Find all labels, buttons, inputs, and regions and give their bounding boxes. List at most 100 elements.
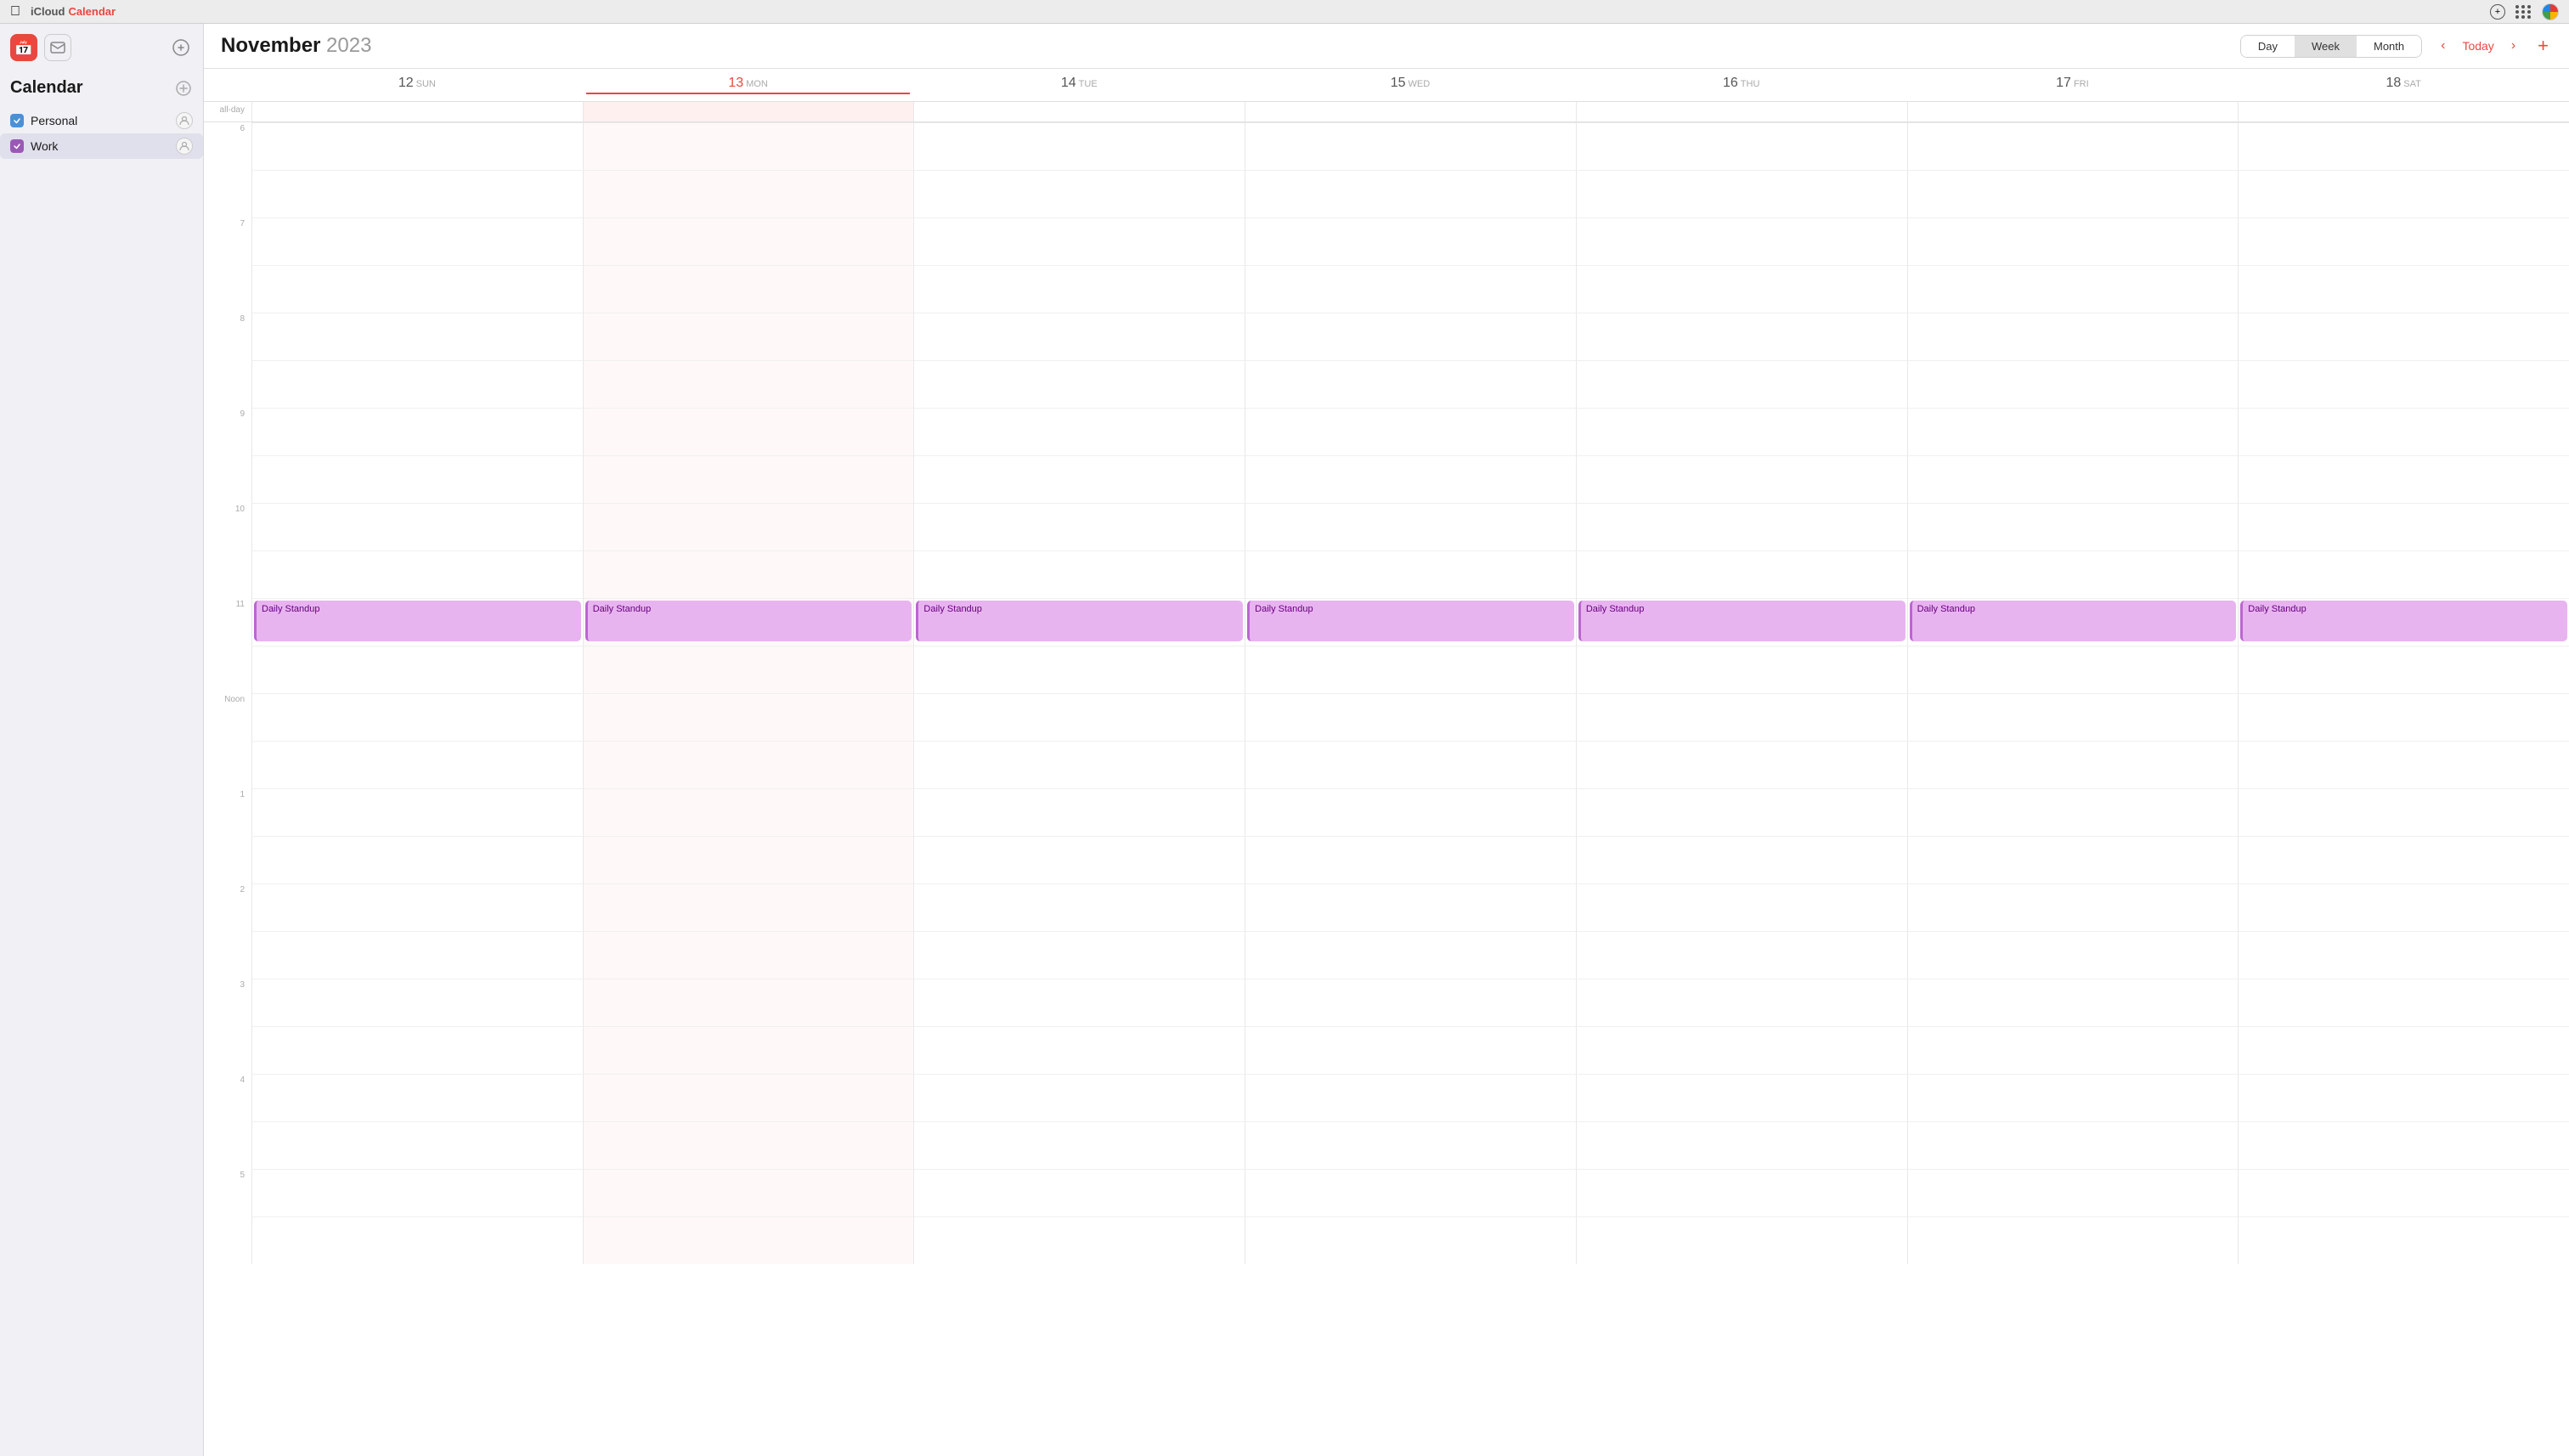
time-cell-6-2[interactable] (913, 408, 1245, 455)
time-cell-21-4[interactable] (1576, 1121, 1907, 1169)
time-cell-19-5[interactable] (1907, 1026, 2239, 1074)
time-cell-12-6[interactable] (2238, 693, 2569, 741)
time-cell-6-1[interactable] (583, 408, 914, 455)
time-cell-9-3[interactable] (1245, 550, 1576, 598)
time-cell-19-6[interactable] (2238, 1026, 2569, 1074)
time-cell-20-2[interactable] (913, 1074, 1245, 1121)
time-cell-0-4[interactable] (1576, 122, 1907, 170)
add-event-button[interactable]: + (2534, 35, 2552, 57)
time-cell-19-4[interactable] (1576, 1026, 1907, 1074)
time-cell-0-1[interactable] (583, 122, 914, 170)
time-cell-4-6[interactable] (2238, 313, 2569, 360)
time-cell-17-6[interactable] (2238, 931, 2569, 979)
time-cell-8-2[interactable] (913, 503, 1245, 550)
time-grid[interactable]: 67891011Daily StandupDaily StandupDaily … (204, 122, 2569, 1456)
time-cell-5-3[interactable] (1245, 360, 1576, 408)
time-cell-8-5[interactable] (1907, 503, 2239, 550)
time-cell-20-1[interactable] (583, 1074, 914, 1121)
grid-icon[interactable] (2515, 5, 2532, 19)
time-cell-0-3[interactable] (1245, 122, 1576, 170)
day-header-wed[interactable]: 15Wed (1245, 69, 1576, 101)
time-cell-1-3[interactable] (1245, 170, 1576, 217)
view-week-button[interactable]: Week (2295, 36, 2357, 57)
time-cell-13-5[interactable] (1907, 741, 2239, 788)
time-cell-5-5[interactable] (1907, 360, 2239, 408)
time-cell-22-4[interactable] (1576, 1169, 1907, 1216)
time-cell-8-0[interactable] (251, 503, 583, 550)
time-cell-15-0[interactable] (251, 836, 583, 883)
time-cell-1-4[interactable] (1576, 170, 1907, 217)
event-daily-standup[interactable]: Daily Standup (1910, 601, 2237, 641)
time-cell-1-6[interactable] (2238, 170, 2569, 217)
event-daily-standup[interactable]: Daily Standup (916, 601, 1243, 641)
time-cell-7-0[interactable] (251, 455, 583, 503)
time-cell-17-3[interactable] (1245, 931, 1576, 979)
time-cell-12-4[interactable] (1576, 693, 1907, 741)
time-cell-13-2[interactable] (913, 741, 1245, 788)
time-cell-14-0[interactable] (251, 788, 583, 836)
time-cell-20-3[interactable] (1245, 1074, 1576, 1121)
view-month-button[interactable]: Month (2357, 36, 2421, 57)
time-cell-18-0[interactable] (251, 979, 583, 1026)
time-cell-3-1[interactable] (583, 265, 914, 313)
time-cell-11-5[interactable] (1907, 646, 2239, 693)
time-cell-19-0[interactable] (251, 1026, 583, 1074)
time-cell-16-5[interactable] (1907, 883, 2239, 931)
time-cell-2-6[interactable] (2238, 217, 2569, 265)
time-cell-22-2[interactable] (913, 1169, 1245, 1216)
event-daily-standup[interactable]: Daily Standup (1578, 601, 1906, 641)
time-cell-1-1[interactable] (583, 170, 914, 217)
time-cell-2-5[interactable] (1907, 217, 2239, 265)
day-header-mon[interactable]: 13Mon (583, 69, 914, 101)
sidebar-item-work[interactable]: Work (0, 133, 203, 159)
time-cell-3-3[interactable] (1245, 265, 1576, 313)
time-cell-7-1[interactable] (583, 455, 914, 503)
time-cell-13-3[interactable] (1245, 741, 1576, 788)
time-cell-22-0[interactable] (251, 1169, 583, 1216)
time-cell-9-1[interactable] (583, 550, 914, 598)
time-cell-8-6[interactable] (2238, 503, 2569, 550)
time-cell-21-1[interactable] (583, 1121, 914, 1169)
time-cell-1-2[interactable] (913, 170, 1245, 217)
time-cell-20-6[interactable] (2238, 1074, 2569, 1121)
time-cell-6-0[interactable] (251, 408, 583, 455)
time-cell-10-2[interactable]: Daily Standup (913, 598, 1245, 646)
time-cell-5-4[interactable] (1576, 360, 1907, 408)
time-cell-5-1[interactable] (583, 360, 914, 408)
time-cell-14-3[interactable] (1245, 788, 1576, 836)
time-cell-0-0[interactable] (251, 122, 583, 170)
time-cell-15-2[interactable] (913, 836, 1245, 883)
time-cell-16-2[interactable] (913, 883, 1245, 931)
next-button[interactable]: › (2506, 35, 2521, 57)
time-cell-9-4[interactable] (1576, 550, 1907, 598)
time-cell-23-1[interactable] (583, 1216, 914, 1264)
time-cell-10-5[interactable]: Daily Standup (1907, 598, 2239, 646)
time-cell-2-0[interactable] (251, 217, 583, 265)
time-cell-3-5[interactable] (1907, 265, 2239, 313)
time-cell-11-1[interactable] (583, 646, 914, 693)
day-header-sun[interactable]: 12Sun (251, 69, 583, 101)
time-cell-10-4[interactable]: Daily Standup (1576, 598, 1907, 646)
time-cell-10-1[interactable]: Daily Standup (583, 598, 914, 646)
time-cell-23-3[interactable] (1245, 1216, 1576, 1264)
time-cell-5-6[interactable] (2238, 360, 2569, 408)
time-cell-4-4[interactable] (1576, 313, 1907, 360)
time-cell-10-0[interactable]: Daily Standup (251, 598, 583, 646)
time-cell-16-3[interactable] (1245, 883, 1576, 931)
time-cell-7-2[interactable] (913, 455, 1245, 503)
time-cell-23-2[interactable] (913, 1216, 1245, 1264)
time-cell-19-3[interactable] (1245, 1026, 1576, 1074)
time-cell-12-1[interactable] (583, 693, 914, 741)
time-cell-12-0[interactable] (251, 693, 583, 741)
time-cell-7-3[interactable] (1245, 455, 1576, 503)
time-cell-15-1[interactable] (583, 836, 914, 883)
time-cell-16-0[interactable] (251, 883, 583, 931)
time-cell-22-6[interactable] (2238, 1169, 2569, 1216)
mail-icon[interactable] (44, 34, 71, 61)
time-cell-9-0[interactable] (251, 550, 583, 598)
time-cell-18-4[interactable] (1576, 979, 1907, 1026)
time-cell-3-6[interactable] (2238, 265, 2569, 313)
time-cell-20-0[interactable] (251, 1074, 583, 1121)
time-cell-11-2[interactable] (913, 646, 1245, 693)
time-cell-18-1[interactable] (583, 979, 914, 1026)
